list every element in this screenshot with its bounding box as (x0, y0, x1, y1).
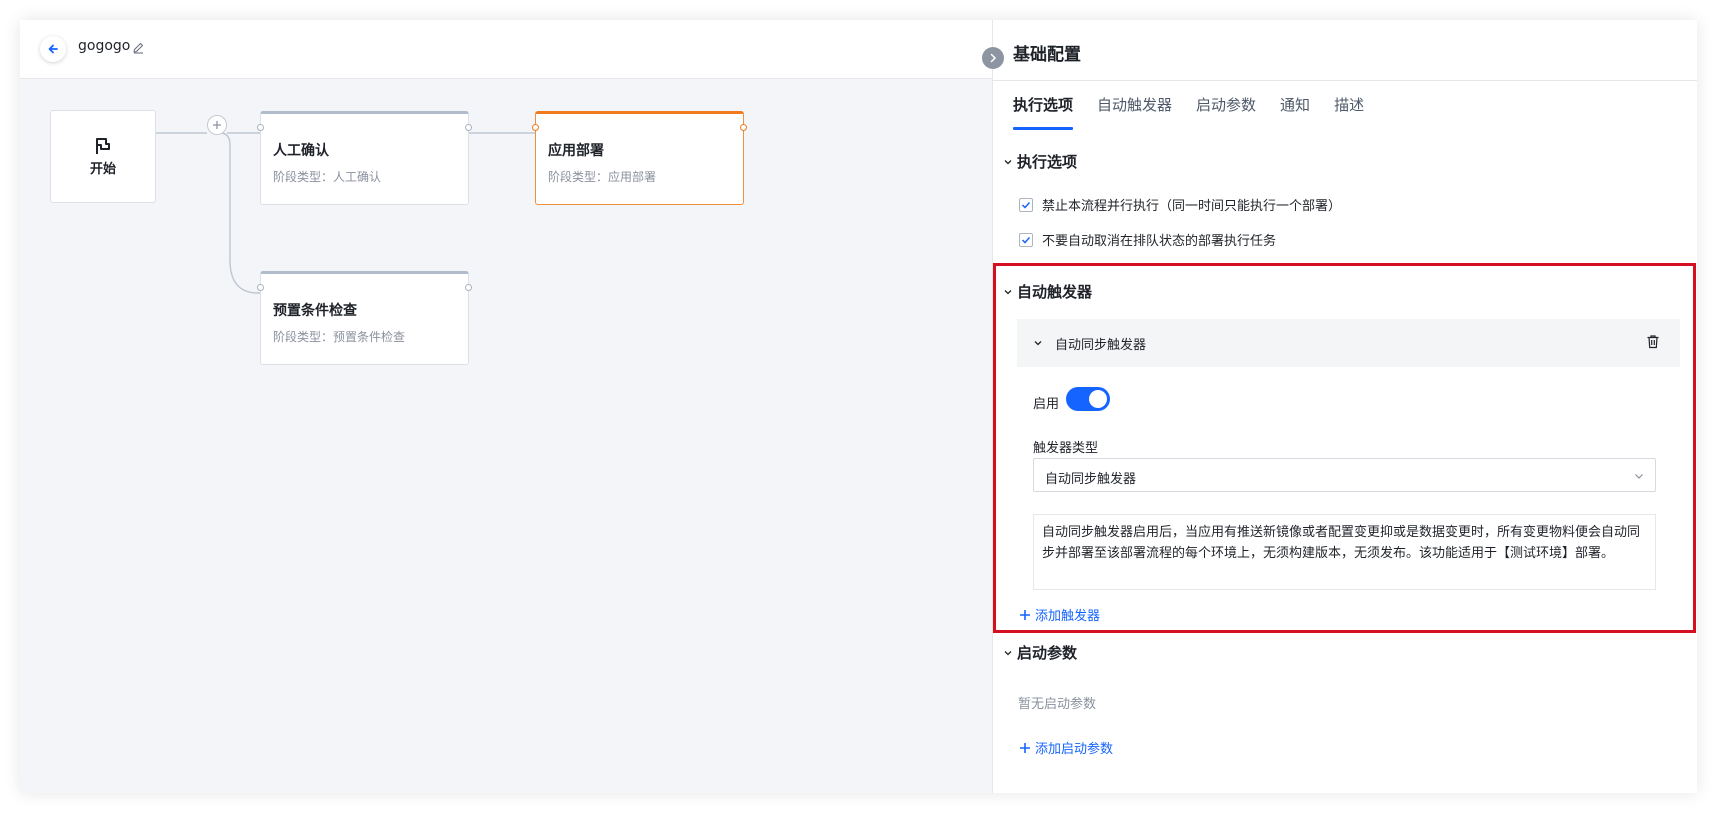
plus-icon (1020, 609, 1030, 620)
check-icon (1021, 236, 1031, 244)
enable-label: 启用 (1033, 397, 1060, 412)
trigger-type-value: 自动同步触发器 (1045, 472, 1137, 487)
add-trigger-label: 添加触发器 (1035, 609, 1101, 624)
section-auto-trigger-header[interactable]: 自动触发器 (1003, 281, 1092, 302)
add-stage-button[interactable] (207, 115, 227, 135)
panel-header: 基础配置 (993, 20, 1697, 81)
stage-card-manual-confirm[interactable]: 人工确认 阶段类型：人工确认 (257, 111, 472, 205)
checkbox-no-auto-cancel[interactable] (1019, 232, 1033, 247)
connector-port (465, 284, 472, 291)
trigger-type-select[interactable]: 自动同步触发器 (1033, 458, 1656, 492)
stage-type: 阶段类型：人工确认 (273, 170, 382, 184)
section-exec-options-header[interactable]: 执行选项 (1003, 151, 1077, 172)
trigger-description: 自动同步触发器启用后，当应用有推送新镜像或者配置变更抑或是数据变更时，所有变更物… (1033, 514, 1656, 590)
stage-name: 人工确认 (273, 143, 329, 159)
trigger-card-title: 自动同步触发器 (1055, 337, 1147, 353)
trigger-type-label: 触发器类型 (1033, 441, 1099, 456)
checkbox-label: 不要自动取消在排队状态的部署执行任务 (1042, 234, 1277, 249)
stage-card-app-deploy[interactable]: 应用部署 阶段类型：应用部署 (532, 111, 747, 205)
check-icon (1021, 201, 1031, 209)
connector-port (740, 124, 747, 131)
stage-type: 阶段类型：应用部署 (548, 170, 657, 184)
stage-name: 应用部署 (548, 143, 604, 159)
tab-launch-params[interactable]: 启动参数 (1196, 94, 1256, 130)
chevron-down-icon (1034, 341, 1042, 346)
tab-auto-trigger[interactable]: 自动触发器 (1097, 94, 1172, 130)
section-title: 执行选项 (1017, 153, 1078, 171)
panel-title: 基础配置 (1013, 45, 1081, 65)
tab-description[interactable]: 描述 (1334, 94, 1364, 130)
add-trigger-button[interactable]: 添加触发器 (1019, 605, 1100, 624)
plus-icon (213, 121, 221, 129)
trigger-card-header[interactable]: 自动同步触发器 (1017, 319, 1680, 367)
option-no-auto-cancel: 不要自动取消在排队状态的部署执行任务 (1019, 230, 1276, 249)
flag-icon (96, 138, 110, 154)
connector-port (257, 124, 264, 131)
start-node[interactable]: 开始 (50, 110, 156, 203)
pipeline-canvas: gogogo 开始 人工确认 阶段类型：人工确认 应用部署 阶段类型：应用部署 … (20, 20, 992, 793)
collapse-panel-button[interactable] (982, 47, 1004, 69)
chevron-right-icon (990, 53, 997, 63)
stage-card-precondition-check[interactable]: 预置条件检查 阶段类型：预置条件检查 (257, 271, 472, 365)
chevron-down-icon (1004, 650, 1012, 655)
section-launch-params-header[interactable]: 启动参数 (1003, 642, 1077, 663)
app-window: gogogo 开始 人工确认 阶段类型：人工确认 应用部署 阶段类型：应用部署 … (20, 20, 1697, 793)
add-launch-param-button[interactable]: 添加启动参数 (1019, 738, 1113, 757)
plus-icon (1020, 742, 1030, 753)
chevron-down-icon (1004, 159, 1012, 164)
start-label: 开始 (89, 162, 116, 177)
checkbox-no-parallel[interactable] (1019, 197, 1033, 212)
add-launch-param-label: 添加启动参数 (1035, 742, 1114, 757)
panel-tabs: 执行选项 自动触发器 启动参数 通知 描述 (1013, 94, 1388, 130)
trash-icon[interactable] (1646, 334, 1660, 353)
checkbox-label: 禁止本流程并行执行（同一时间只能执行一个部署） (1042, 199, 1342, 214)
stage-name: 预置条件检查 (273, 303, 357, 319)
config-panel: 基础配置 执行选项 自动触发器 启动参数 通知 描述 执行选项 禁止本流程并行执… (992, 20, 1697, 793)
chevron-down-icon (1004, 289, 1012, 294)
section-title: 自动触发器 (1017, 283, 1093, 301)
launch-params-empty: 暂无启动参数 (1018, 697, 1097, 712)
option-no-parallel: 禁止本流程并行执行（同一时间只能执行一个部署） (1019, 195, 1341, 214)
connector-port (465, 124, 472, 131)
tab-notification[interactable]: 通知 (1280, 94, 1310, 130)
tab-exec-options[interactable]: 执行选项 (1013, 94, 1074, 130)
connector-port (532, 124, 539, 131)
section-title: 启动参数 (1017, 644, 1078, 662)
enable-toggle[interactable] (1066, 387, 1110, 411)
pipeline-connectors (156, 132, 535, 294)
connector-port (257, 284, 264, 291)
chevron-down-icon (1635, 474, 1643, 479)
stage-type: 阶段类型：预置条件检查 (273, 330, 406, 344)
